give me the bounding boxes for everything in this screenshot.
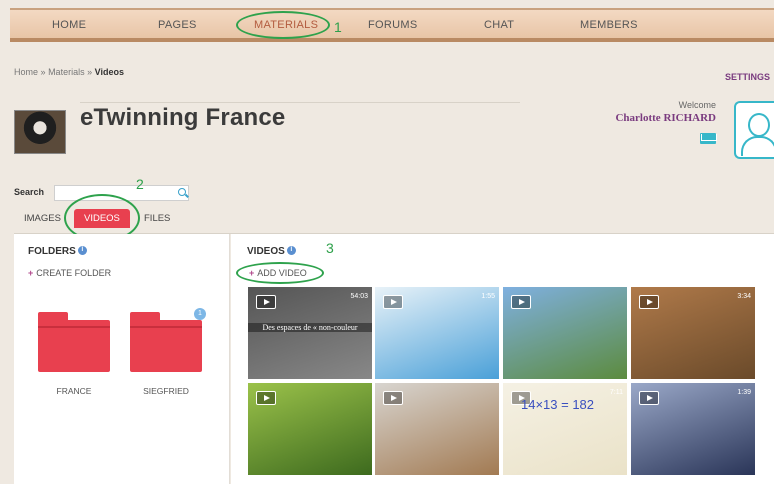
breadcrumb-current: Videos xyxy=(94,67,124,77)
play-icon xyxy=(256,391,276,405)
play-icon xyxy=(639,295,659,309)
folder-count-badge: 1 xyxy=(194,308,206,320)
info-icon[interactable]: i xyxy=(77,246,87,255)
video-duration: 54:03 xyxy=(350,293,368,300)
video-overlay-text: 14×13 = 182 xyxy=(521,397,595,412)
video-thumbnail[interactable]: 7:11 14×13 = 182 xyxy=(503,383,627,475)
folder-label: FRANCE xyxy=(56,386,92,396)
play-icon xyxy=(383,295,403,309)
group-avatar xyxy=(14,110,66,154)
play-icon xyxy=(256,295,276,309)
breadcrumb-materials[interactable]: Materials xyxy=(48,67,85,77)
nav-chat[interactable]: CHAT xyxy=(484,19,514,31)
nav-home[interactable]: HOME xyxy=(52,19,86,31)
plus-icon: + xyxy=(28,268,34,278)
video-duration: 7:11 xyxy=(609,389,623,396)
play-icon xyxy=(383,391,403,405)
tab-files[interactable]: FILES xyxy=(144,213,170,224)
search-icon[interactable] xyxy=(178,188,186,196)
nav-members[interactable]: MEMBERS xyxy=(580,19,638,31)
settings-link[interactable]: SETTINGS xyxy=(725,72,770,82)
user-avatar-icon[interactable] xyxy=(734,101,774,159)
page-title: eTwinning France xyxy=(80,104,286,131)
video-duration: 1:55 xyxy=(481,293,495,300)
tab-images[interactable]: IMAGES xyxy=(24,213,61,224)
folders-panel: FOLDERS i + CREATE FOLDER FRANCE 1 SIEGFRI… xyxy=(14,234,230,484)
mail-icon[interactable] xyxy=(700,133,716,144)
folder-siegfried[interactable] xyxy=(130,312,202,372)
top-nav: HOME PAGES MATERIALS FORUMS CHAT MEMBERS xyxy=(10,8,774,42)
breadcrumb: Home » Materials » Videos xyxy=(14,67,124,77)
video-thumbnail[interactable]: 54:03 Des espaces de « non-couleur xyxy=(248,287,372,379)
welcome-text: Welcome xyxy=(678,100,716,110)
video-duration: 1:39 xyxy=(737,389,751,396)
video-duration: 3:34 xyxy=(737,293,751,300)
info-icon[interactable]: i xyxy=(286,246,296,255)
annotation-ring-materials xyxy=(236,11,330,39)
folder-france[interactable] xyxy=(38,312,110,372)
videos-title: VIDEOS i xyxy=(247,246,296,257)
title-divider xyxy=(80,102,520,103)
video-thumbnail[interactable]: 3:34 xyxy=(631,287,755,379)
play-icon xyxy=(639,391,659,405)
folder-label: SIEGFRIED xyxy=(143,386,189,396)
nav-pages[interactable]: PAGES xyxy=(158,19,197,31)
search-label: Search xyxy=(14,187,45,197)
breadcrumb-home[interactable]: Home xyxy=(14,67,38,77)
video-thumbnail[interactable] xyxy=(375,383,499,475)
play-icon xyxy=(511,295,531,309)
video-thumbnail[interactable] xyxy=(248,383,372,475)
video-thumbnail[interactable]: 1:39 xyxy=(631,383,755,475)
annotation-1: 1 xyxy=(334,19,342,35)
nav-forums[interactable]: FORUMS xyxy=(368,19,417,31)
video-thumbnail[interactable]: 1:55 xyxy=(375,287,499,379)
video-thumbnail[interactable] xyxy=(503,287,627,379)
annotation-2: 2 xyxy=(136,176,144,192)
create-folder-button[interactable]: + CREATE FOLDER xyxy=(28,268,111,278)
annotation-ring-add-video xyxy=(236,262,324,284)
user-name[interactable]: Charlotte RICHARD xyxy=(615,112,716,124)
annotation-3: 3 xyxy=(326,240,334,256)
folders-title: FOLDERS i xyxy=(28,246,87,257)
video-caption: Des espaces de « non-couleur xyxy=(248,323,372,332)
